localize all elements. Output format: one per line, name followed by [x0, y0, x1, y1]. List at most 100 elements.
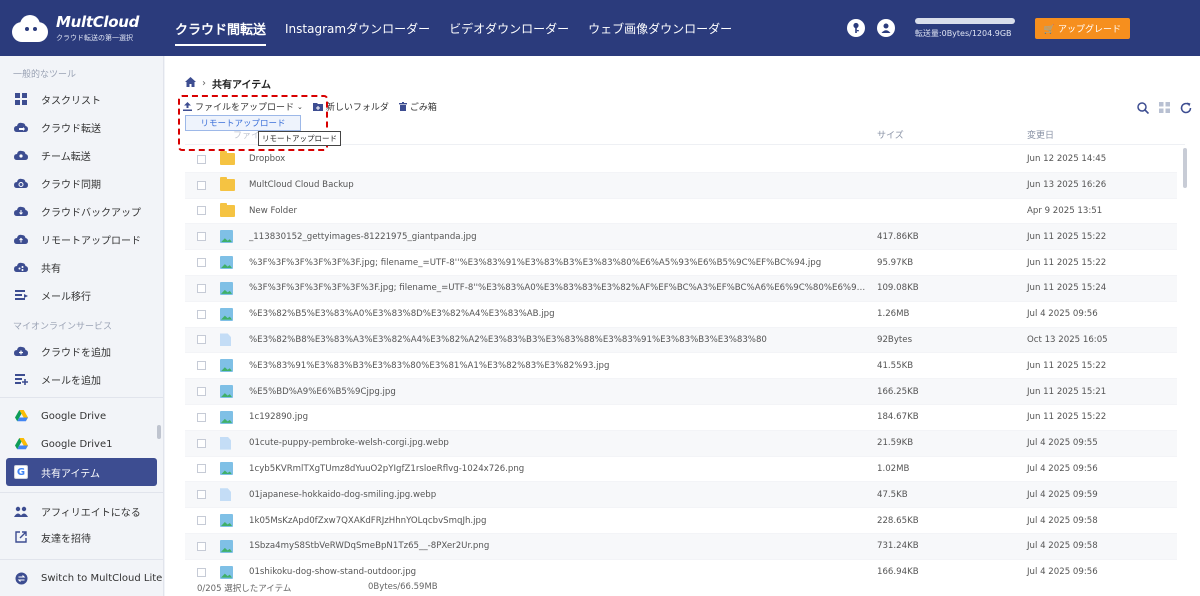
- file-size: 417.86KB: [877, 231, 919, 242]
- col-size-header[interactable]: サイズ: [877, 128, 904, 141]
- file-name[interactable]: 1k05MsKzApd0fZxw7QXAKdFRJzHhnYOLqcbvSmqJ…: [249, 516, 869, 526]
- table-row[interactable]: 1Sbza4myS8StbVeRWDqSmeBpN1Tz65__-8PXer2U…: [185, 533, 1177, 560]
- sidebar-item-team-transfer[interactable]: チーム転送: [0, 141, 163, 169]
- sidebar-item-cloud-transfer[interactable]: クラウド転送: [0, 113, 163, 141]
- row-checkbox[interactable]: [197, 516, 206, 526]
- file-name[interactable]: 01japanese-hokkaido-dog-smiling.jpg.webp: [249, 490, 869, 500]
- tab-web-image-downloader[interactable]: ウェブ画像ダウンローダー: [588, 0, 732, 56]
- file-name[interactable]: 01cute-puppy-pembroke-welsh-corgi.jpg.we…: [249, 438, 869, 448]
- sidebar-item-add-cloud[interactable]: クラウドを追加: [0, 337, 163, 365]
- file-date: Jun 13 2025 16:26: [1027, 180, 1107, 191]
- row-checkbox[interactable]: [197, 258, 206, 268]
- grid-view-icon[interactable]: [1159, 102, 1170, 114]
- trash-button[interactable]: ごみ箱: [398, 100, 437, 113]
- row-checkbox[interactable]: [197, 567, 206, 577]
- sidebar-label: Google Drive1: [41, 438, 113, 450]
- file-name[interactable]: Dropbox: [249, 154, 869, 164]
- user-avatar-icon[interactable]: [876, 19, 895, 37]
- home-icon[interactable]: [185, 77, 196, 90]
- table-row[interactable]: 1c192890.jpg 184.67KB Jun 11 2025 15:22: [185, 405, 1177, 431]
- table-row[interactable]: 01cute-puppy-pembroke-welsh-corgi.jpg.we…: [185, 430, 1177, 457]
- sidebar-scrollbar[interactable]: [157, 425, 161, 439]
- sidebar-item-remote-upload[interactable]: リモートアップロード: [0, 225, 163, 253]
- file-list: Dropbox Jun 12 2025 14:45 MultCloud Cloud …: [185, 147, 1177, 586]
- row-checkbox[interactable]: [197, 361, 206, 371]
- tab-cloud-transfer[interactable]: クラウド間転送: [175, 0, 267, 56]
- row-checkbox[interactable]: [197, 412, 206, 422]
- sidebar-item-google-drive[interactable]: Google Drive: [0, 402, 163, 430]
- file-list-scrollbar[interactable]: [1183, 148, 1187, 188]
- file-name[interactable]: %E3%82%B8%E3%83%A3%E3%82%A4%E3%82%A2%E3%…: [249, 335, 869, 345]
- multcloud-logo[interactable]: MultCloud クラウド転送の第一選択: [0, 12, 165, 44]
- sidebar-label: クラウド転送: [41, 123, 101, 135]
- table-row[interactable]: Dropbox Jun 12 2025 14:45: [185, 147, 1177, 173]
- file-icon: [220, 488, 235, 502]
- file-name[interactable]: %E3%82%B5%E3%83%A0%E3%83%8D%E3%82%A4%E3%…: [249, 309, 869, 319]
- trash-icon: [398, 102, 407, 111]
- file-name[interactable]: MultCloud Cloud Backup: [249, 180, 869, 190]
- row-checkbox[interactable]: [197, 387, 206, 397]
- table-row[interactable]: %3F%3F%3F%3F%3F%3F%3F.jpg; filename_=UTF…: [185, 275, 1177, 302]
- file-name[interactable]: %E3%83%91%E3%83%B3%E3%83%80%E3%81%A1%E3%…: [249, 361, 869, 371]
- sidebar-item-switch-lite[interactable]: Switch to MultCloud Lite: [0, 564, 163, 592]
- cloud-backup-icon: [14, 204, 28, 218]
- file-name[interactable]: 1Sbza4myS8StbVeRWDqSmeBpN1Tz65__-8PXer2U…: [249, 541, 869, 551]
- upgrade-button[interactable]: 🛒 アップグレード: [1034, 17, 1130, 39]
- sidebar-label: 友達を招待: [41, 533, 91, 545]
- sidebar-item-affiliate[interactable]: アフィリエイトになる: [0, 497, 163, 525]
- help-key-icon[interactable]: [846, 19, 865, 37]
- table-row[interactable]: MultCloud Cloud Backup Jun 13 2025 16:26: [185, 172, 1177, 199]
- refresh-icon[interactable]: [1180, 102, 1192, 114]
- selection-count: 0/205 選択したアイテム: [197, 584, 292, 594]
- file-name[interactable]: 01shikoku-dog-show-stand-outdoor.jpg: [249, 567, 869, 577]
- row-checkbox[interactable]: [197, 232, 206, 242]
- file-name[interactable]: _113830152_gettyimages-81221975_giantpan…: [249, 232, 869, 242]
- file-name[interactable]: %3F%3F%3F%3F%3F%3F%3F.jpg; filename_=UTF…: [249, 283, 869, 293]
- table-row[interactable]: _113830152_gettyimages-81221975_giantpan…: [185, 224, 1177, 251]
- row-checkbox[interactable]: [197, 309, 206, 319]
- file-name[interactable]: %3F%3F%3F%3F%3F%3F.jpg; filename_=UTF-8'…: [249, 258, 869, 268]
- file-icon: [220, 436, 235, 450]
- row-checkbox[interactable]: [197, 541, 206, 551]
- table-row[interactable]: %3F%3F%3F%3F%3F%3F.jpg; filename_=UTF-8'…: [185, 250, 1177, 276]
- row-checkbox[interactable]: [197, 464, 206, 474]
- row-checkbox[interactable]: [197, 283, 206, 293]
- file-date: Jul 4 2025 09:58: [1027, 541, 1098, 552]
- table-row[interactable]: %E3%82%B8%E3%83%A3%E3%82%A4%E3%82%A2%E3%…: [185, 327, 1177, 354]
- tab-instagram-downloader[interactable]: Instagramダウンローダー: [285, 0, 430, 56]
- remote-upload-menu-item[interactable]: リモートアップロード: [185, 115, 301, 131]
- sidebar-item-cloud-backup[interactable]: クラウドバックアップ: [0, 197, 163, 225]
- file-name[interactable]: 1c192890.jpg: [249, 412, 869, 422]
- col-date-header[interactable]: 変更日: [1027, 128, 1054, 141]
- row-checkbox[interactable]: [197, 438, 206, 448]
- sidebar-item-google-drive1[interactable]: Google Drive1: [0, 430, 163, 458]
- tab-video-downloader[interactable]: ビデオダウンローダー: [449, 0, 569, 56]
- table-row[interactable]: %E3%82%B5%E3%83%A0%E3%83%8D%E3%82%A4%E3%…: [185, 302, 1177, 328]
- table-row[interactable]: %E5%BD%A9%E6%B5%9Cjpg.jpg 166.25KB Jun 11 …: [185, 379, 1177, 405]
- sidebar-item-task-list[interactable]: タスクリスト: [0, 85, 163, 113]
- image-file-icon: [220, 307, 235, 321]
- sidebar-item-shared-items[interactable]: G 共有アイテム: [6, 458, 157, 486]
- sidebar-item-invite-friends[interactable]: 友達を招待: [0, 525, 163, 549]
- sidebar-item-share[interactable]: 共有: [0, 253, 163, 281]
- row-checkbox[interactable]: [197, 490, 206, 500]
- file-name[interactable]: 1cyb5KVRmlTXgTUmz8dYuuO2pYIgfZ1rsloeRflv…: [249, 464, 869, 474]
- table-row[interactable]: %E3%83%91%E3%83%B3%E3%83%80%E3%81%A1%E3%…: [185, 353, 1177, 380]
- row-checkbox[interactable]: [197, 206, 206, 216]
- file-name[interactable]: %E5%BD%A9%E6%B5%9Cjpg.jpg: [249, 387, 869, 397]
- table-row[interactable]: 01japanese-hokkaido-dog-smiling.jpg.webp…: [185, 482, 1177, 509]
- file-name[interactable]: New Folder: [249, 206, 869, 216]
- sidebar-item-cloud-sync[interactable]: クラウド同期: [0, 169, 163, 197]
- sidebar-label: Google Drive: [41, 410, 107, 422]
- row-checkbox[interactable]: [197, 154, 206, 164]
- search-icon[interactable]: [1137, 102, 1149, 114]
- sidebar-label: Switch to MultCloud Lite: [41, 572, 163, 584]
- table-row[interactable]: 1k05MsKzApd0fZxw7QXAKdFRJzHhnYOLqcbvSmqJ…: [185, 508, 1177, 534]
- add-cloud-icon: [14, 344, 28, 358]
- row-checkbox[interactable]: [197, 335, 206, 345]
- table-row[interactable]: 1cyb5KVRmlTXgTUmz8dYuuO2pYIgfZ1rsloeRflv…: [185, 457, 1177, 483]
- row-checkbox[interactable]: [197, 180, 206, 190]
- table-row[interactable]: New Folder Apr 9 2025 13:51: [185, 199, 1177, 225]
- sidebar-item-add-email[interactable]: メールを追加: [0, 365, 163, 393]
- sidebar-item-email-migration[interactable]: メール移行: [0, 281, 163, 309]
